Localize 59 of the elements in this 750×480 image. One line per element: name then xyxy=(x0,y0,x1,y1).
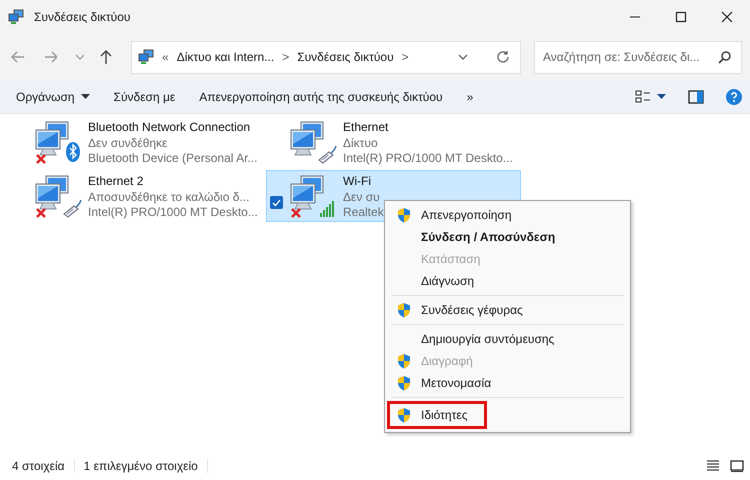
network-folder-icon xyxy=(138,49,154,65)
breadcrumb-separator[interactable]: > xyxy=(282,50,290,64)
back-icon[interactable] xyxy=(10,49,25,65)
view-options-icon[interactable] xyxy=(635,90,651,104)
connection-status: Δίκτυο xyxy=(343,136,379,151)
caret-icon xyxy=(80,94,90,100)
highlighted-menu-item[interactable]: Ιδιότητες xyxy=(387,401,487,429)
connection-name: Ethernet xyxy=(343,120,390,136)
forward-icon[interactable] xyxy=(42,49,58,65)
menu-item[interactable]: Μετονομασία xyxy=(387,372,628,394)
device-name: Intel(R) PRO/1000 MT Deskto... xyxy=(88,205,258,220)
breadcrumb[interactable]: Συνδέσεις δικτύου xyxy=(297,50,394,64)
search-icon xyxy=(718,50,732,64)
toolbar-button[interactable]: Σύνδεση με xyxy=(102,86,188,108)
caret-icon[interactable] xyxy=(657,94,666,100)
up-icon[interactable] xyxy=(98,49,114,65)
search-field[interactable]: Αναζήτηση σε: Συνδέσεις δι... xyxy=(534,40,742,74)
window-title: Συνδέσεις δικτύου xyxy=(34,10,130,24)
breadcrumb-separator[interactable]: > xyxy=(402,50,409,64)
preview-pane-icon[interactable] xyxy=(688,90,704,104)
shield-icon xyxy=(397,354,411,368)
toolbar-button[interactable]: » xyxy=(454,86,486,108)
address-bar[interactable]: « Δίκτυο και Intern... > Συνδέσεις δικτύου > xyxy=(131,40,522,74)
menu-item[interactable]: Συνδέσεις γέφυρας xyxy=(387,299,628,321)
menu-item[interactable]: Δημιουργία συντόμευσης xyxy=(387,328,628,350)
connection-status: Δεν συ xyxy=(343,190,381,205)
network-connection-item[interactable]: Ethernet Δίκτυο Intel(R) PRO/1000 MT Deskto... xyxy=(266,116,521,168)
dropdown-icon[interactable] xyxy=(458,54,468,60)
help-icon[interactable] xyxy=(726,88,742,104)
shield-icon xyxy=(397,376,411,390)
toolbar-button[interactable]: Απενεργοποίηση αυτής της συσκευής δικτύου xyxy=(187,86,455,108)
connection-name: Ethernet 2 xyxy=(88,174,144,190)
refresh-icon[interactable] xyxy=(496,50,510,64)
large-icons-view-icon[interactable] xyxy=(730,460,744,472)
device-name: Realtek xyxy=(343,205,384,220)
shield-icon xyxy=(397,302,411,318)
close-icon[interactable] xyxy=(721,11,733,23)
menu-item[interactable]: Διάγνωση xyxy=(387,270,628,292)
shield-icon xyxy=(397,208,411,222)
connection-name: Wi-Fi xyxy=(343,174,372,190)
menu-item[interactable]: Σύνδεση / Αποσύνδεση xyxy=(387,226,628,248)
connection-status: Αποσυνδέθηκε το καλώδιο δ... xyxy=(88,190,250,205)
status-text: 1 επιλεγμένο στοιχείο xyxy=(84,459,208,473)
status-text: 4 στοιχεία xyxy=(12,459,75,473)
connection-status: Δεν συνδέθηκε xyxy=(88,136,168,151)
details-view-icon[interactable] xyxy=(706,460,720,472)
checkbox[interactable] xyxy=(270,196,283,209)
toolbar-button[interactable]: Οργάνωση xyxy=(4,86,102,108)
device-name: Bluetooth Device (Personal Ar... xyxy=(88,151,258,166)
breadcrumb[interactable]: Δίκτυο και Intern... xyxy=(176,50,274,64)
device-name: Intel(R) PRO/1000 MT Deskto... xyxy=(343,151,513,166)
app-icon xyxy=(8,9,24,25)
network-connection-item[interactable]: Bluetooth Network Connection Δεν συνδέθηκε Bluetooth Device (Personal Ar... xyxy=(11,116,266,168)
network-connection-item[interactable]: Ethernet 2 Αποσυνδέθηκε το καλώδιο δ... Intel(R) PRO/1000 MT Deskto... xyxy=(11,170,266,222)
shield-icon xyxy=(397,408,411,422)
overflow-chevron[interactable]: « xyxy=(162,50,169,64)
maximize-icon[interactable] xyxy=(675,11,687,23)
recent-locations-icon[interactable] xyxy=(75,54,84,60)
connection-name: Bluetooth Network Connection xyxy=(88,120,252,136)
